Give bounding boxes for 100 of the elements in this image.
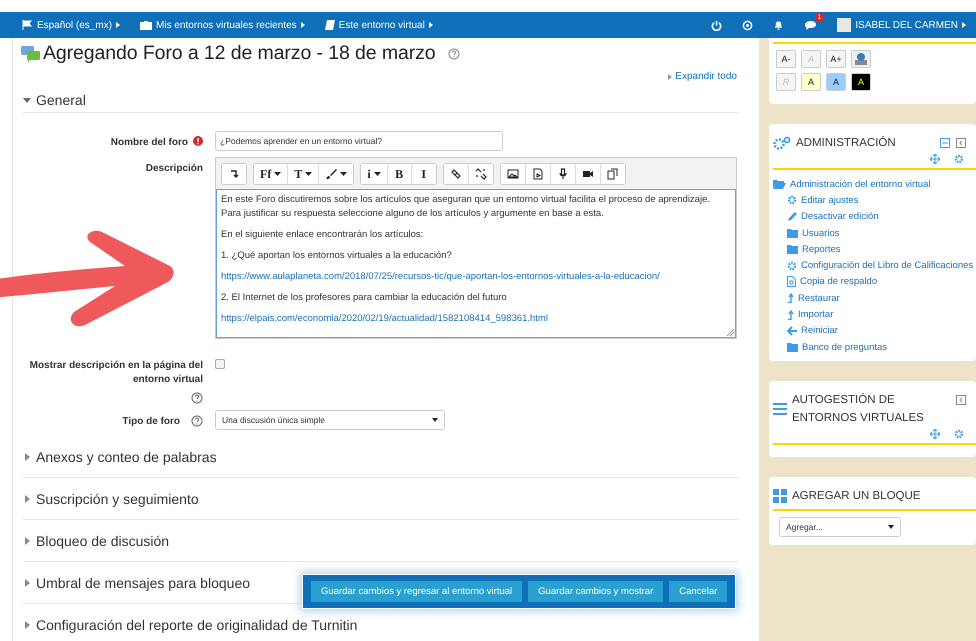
- settings-icon: [787, 195, 797, 206]
- block-title: AGREGAR UN BLOQUE: [792, 489, 922, 504]
- form-button[interactable]: Cancelar: [669, 581, 728, 602]
- upload-arrow-icon: [787, 293, 794, 304]
- tree-item[interactable]: Reiniciar: [773, 322, 838, 339]
- gears-icon: [773, 136, 791, 150]
- settings-icon[interactable]: [954, 154, 964, 164]
- folder-icon: [787, 244, 798, 254]
- tray-icon: [854, 52, 868, 66]
- save-settings-button[interactable]: [851, 50, 871, 68]
- dropdown-caret-icon: [432, 418, 438, 422]
- section-toggle[interactable]: Bloqueo de discusión: [23, 532, 170, 548]
- tree-item[interactable]: Editar ajustes: [773, 192, 859, 209]
- caret-icon: [300, 22, 305, 28]
- caret-icon: [668, 74, 672, 80]
- block-title: ADMINISTRACIÓN: [796, 135, 897, 151]
- section-toggle[interactable]: Configuración del reporte de originalidad de Turnitin: [23, 616, 358, 632]
- upload-arrow-icon: [787, 310, 794, 320]
- tree-item[interactable]: Desactivar edición: [773, 208, 879, 225]
- settings-icon: [787, 260, 797, 271]
- user-menu[interactable]: ISABEL DEL CARMEN: [837, 18, 966, 32]
- dropdown-caret-icon: [374, 172, 381, 176]
- dropdown-caret-icon: [274, 172, 282, 176]
- paragraph: 2. El Internet de los profesores para cambiar la educación del futuro: [221, 292, 507, 303]
- tree-item[interactable]: Usuarios: [773, 224, 840, 242]
- form-button[interactable]: Guardar cambios y regresar al entorno virtual: [311, 581, 522, 602]
- section-toggle[interactable]: Anexos y conteo de palabras: [23, 448, 217, 464]
- link-button[interactable]: [444, 164, 469, 184]
- required-icon: [193, 136, 203, 146]
- add-block-dropdown[interactable]: Agregar...: [779, 517, 901, 538]
- image-icon: [506, 168, 519, 180]
- field-label: Nombre del foro: [110, 136, 188, 150]
- image-button[interactable]: [500, 164, 526, 184]
- dropdown-caret-icon: [888, 525, 894, 530]
- avatar-placeholder: [837, 18, 852, 32]
- editor-text-area[interactable]: [216, 189, 736, 338]
- resize-handle-icon[interactable]: [727, 329, 734, 336]
- flag-icon: [22, 20, 33, 30]
- article-link[interactable]: https://www.aulaplaneta.com/2018/07/25/recursos-tic/que-aportan-los-entornos-virtuales-a-la-educacion/: [221, 271, 660, 282]
- collapse-icon: [228, 168, 240, 180]
- help-icon[interactable]: [191, 392, 203, 404]
- pencil-icon: [787, 212, 797, 222]
- accessibility-button[interactable]: A: [826, 73, 846, 91]
- expand-all-link[interactable]: Expandir todo: [668, 71, 737, 82]
- field-label: Descripción: [146, 162, 203, 176]
- caret-icon: [428, 22, 433, 28]
- forum-name-field[interactable]: ¿Podemos aprender en un entorno virtual?: [215, 131, 503, 151]
- page-title: Agregando Foro a 12 de marzo - 18 de marzo: [43, 42, 436, 65]
- tree-item[interactable]: Copia de respaldo: [773, 274, 878, 290]
- tree-item[interactable]: Reportes: [773, 241, 841, 258]
- accessibility-button[interactable]: A+: [826, 50, 846, 68]
- collapse-icon[interactable]: [940, 138, 950, 148]
- folder-icon: [787, 342, 798, 352]
- settings-icon[interactable]: [954, 429, 964, 440]
- dock-icon[interactable]: [956, 138, 966, 148]
- format-button[interactable]: Ff: [254, 164, 288, 184]
- media-icon: [532, 168, 544, 180]
- target-icon[interactable]: [742, 20, 754, 30]
- file-icon: [787, 276, 796, 288]
- brush-icon: [325, 168, 338, 180]
- section-toggle[interactable]: Suscripción y seguimiento: [23, 490, 199, 506]
- forum-icon: [21, 44, 41, 62]
- move-icon[interactable]: [930, 429, 940, 440]
- section-toggle[interactable]: General: [23, 92, 86, 108]
- briefcase-icon: [140, 20, 152, 30]
- tree-item[interactable]: Restaurar: [773, 290, 840, 306]
- format-button[interactable]: i: [361, 164, 388, 184]
- chat-icon[interactable]: [804, 20, 818, 30]
- field-label: Tipo de foro: [122, 415, 180, 429]
- tree-item[interactable]: Configuración del Libro de Calificaciones: [773, 257, 974, 274]
- paragraph: En el siguiente enlace encontrarán los artículos:: [221, 229, 424, 240]
- checkbox[interactable]: [215, 359, 225, 369]
- form-button[interactable]: Guardar cambios y mostrar: [528, 581, 664, 602]
- bell-icon[interactable]: [773, 19, 784, 31]
- tree-item[interactable]: Banco de preguntas: [773, 338, 888, 356]
- accessibility-button[interactable]: A-: [776, 50, 796, 68]
- article-link[interactable]: https://elpais.com/economia/2020/02/19/actualidad/1582108414_598361.html: [221, 313, 548, 324]
- help-icon[interactable]: [191, 415, 203, 427]
- caret-icon: [116, 22, 120, 28]
- move-icon[interactable]: [930, 154, 940, 164]
- nav-menu-link[interactable]: Mis entornos virtuales recientes: [140, 20, 305, 30]
- nav-menu-link[interactable]: Este entorno virtual: [324, 20, 433, 30]
- copy-icon: [606, 168, 619, 180]
- power-icon[interactable]: [711, 20, 722, 30]
- section-toggle[interactable]: Umbral de mensajes para bloqueo: [23, 574, 250, 590]
- grid-icon: [773, 489, 787, 504]
- dropdown-caret-icon: [305, 172, 312, 176]
- nav-menu-link[interactable]: Español (es_mx): [22, 20, 120, 30]
- book-icon: [324, 20, 335, 30]
- menu-icon: [773, 403, 787, 416]
- tree-item[interactable]: Administración del entorno virtual: [773, 176, 930, 192]
- help-icon[interactable]: [448, 48, 460, 60]
- caret-icon: [962, 22, 966, 28]
- open-folder-icon: [773, 179, 786, 190]
- dock-icon[interactable]: [956, 395, 966, 406]
- accessibility-button[interactable]: A: [851, 73, 871, 91]
- forum-type-dropdown[interactable]: Una discusión única simple: [215, 410, 445, 430]
- tree-item[interactable]: Importar: [773, 306, 834, 323]
- paragraph: 1. ¿Qué aportan los entornos virtuales a la educación?: [221, 250, 452, 261]
- accessibility-button[interactable]: A: [801, 73, 821, 91]
